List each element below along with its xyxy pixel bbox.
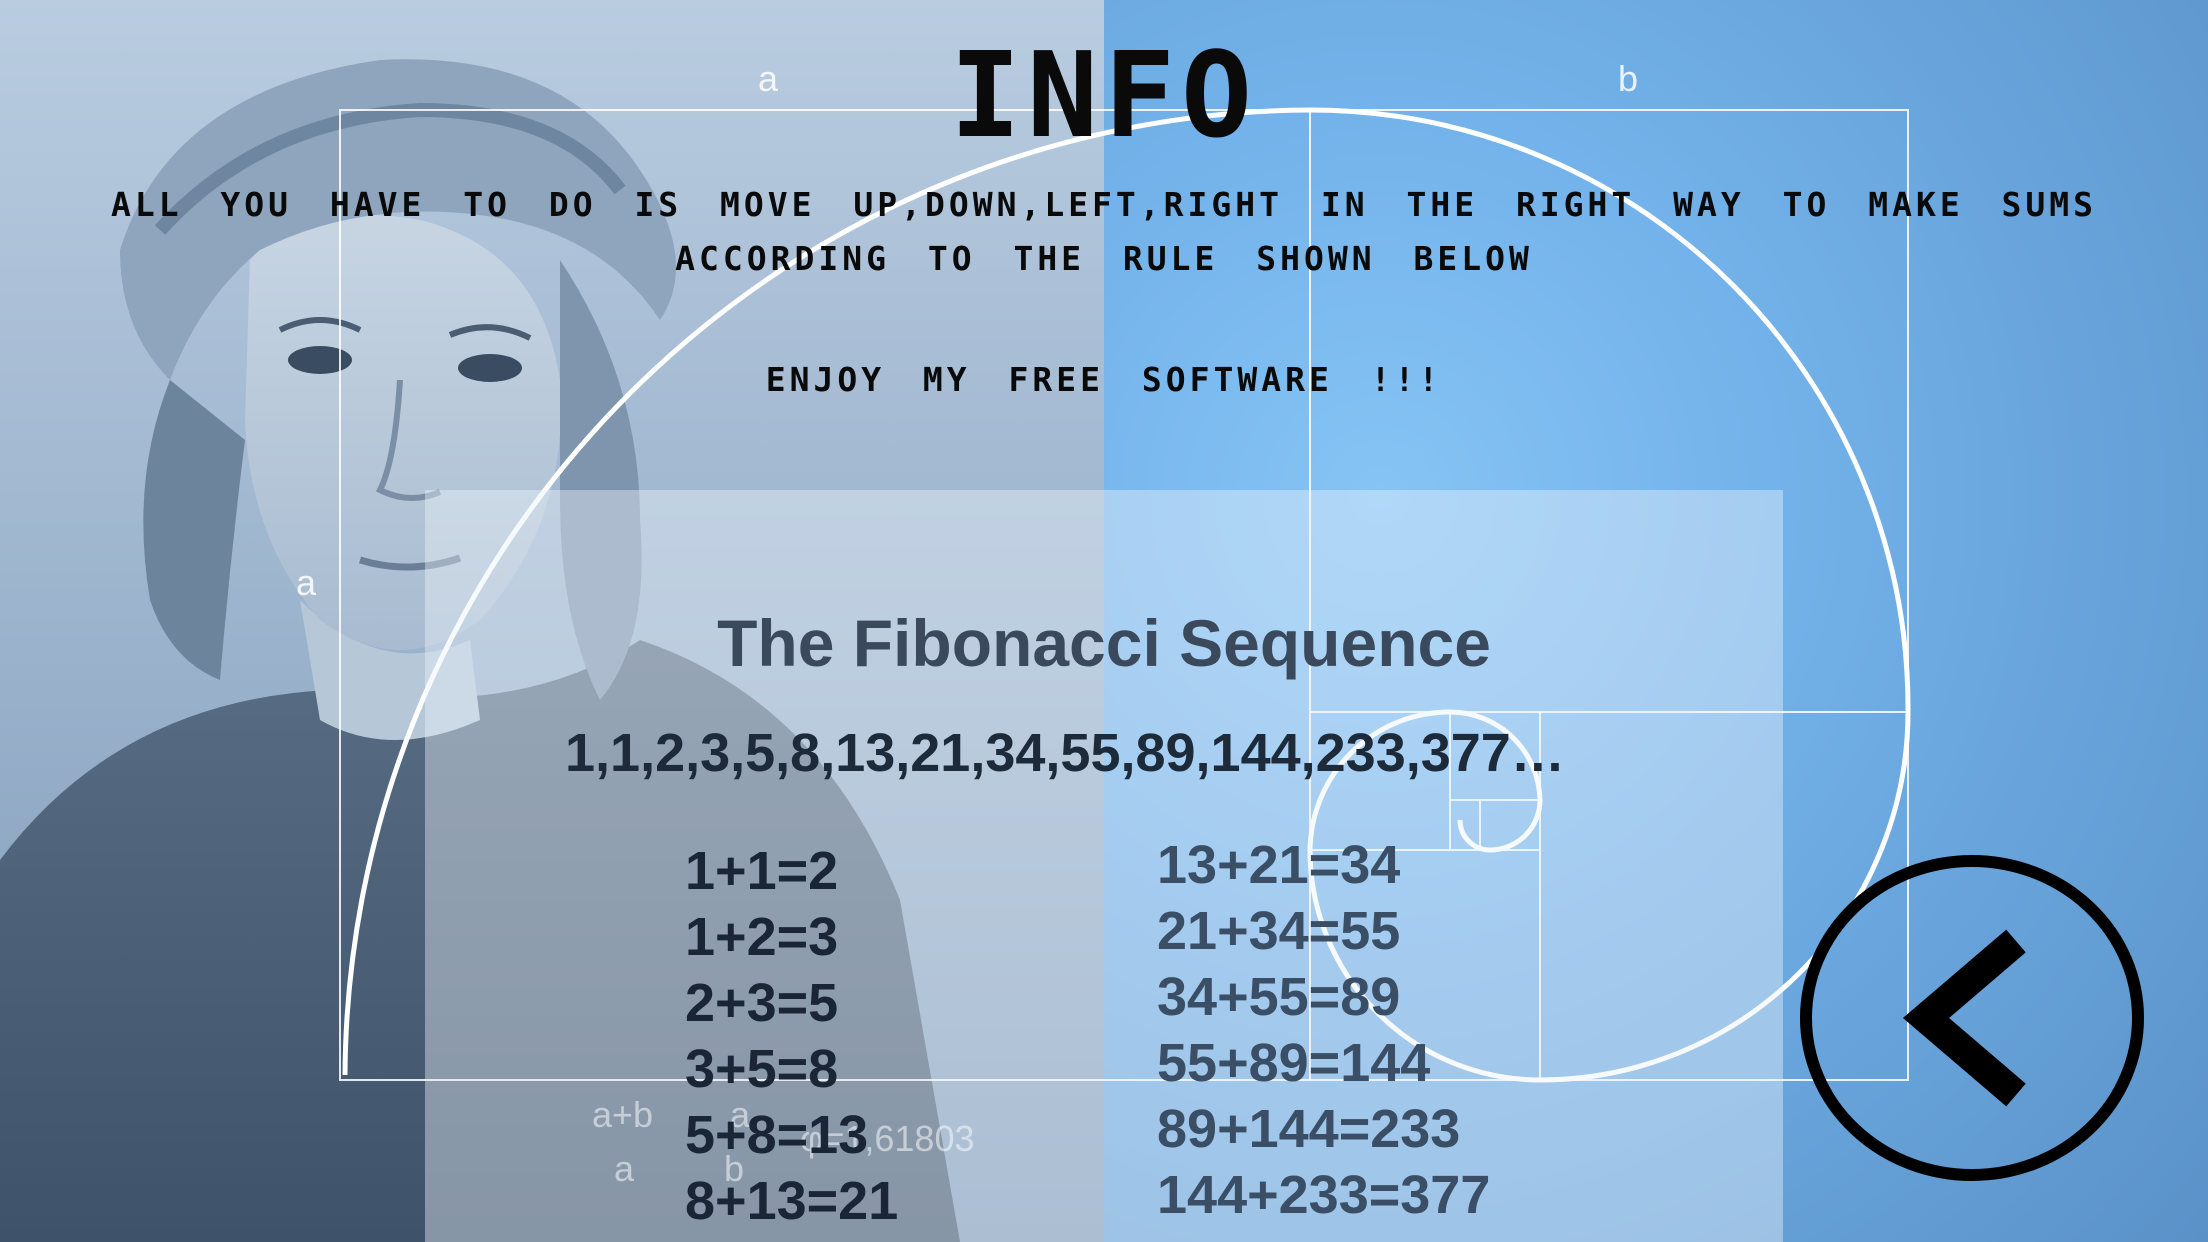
back-button[interactable] xyxy=(1798,853,2146,1183)
sum-item: 55+89=144 xyxy=(1157,1033,1431,1093)
label-a-side: a xyxy=(296,562,317,603)
info-screen: a b a a+b a b a φ=1,61803 The Fibonacci … xyxy=(0,0,2208,1242)
sum-item: 13+21=34 xyxy=(1157,835,1401,895)
sum-item: 8+13=21 xyxy=(685,1171,899,1231)
sum-item: 1+2=3 xyxy=(685,907,839,967)
sum-item: 89+144=233 xyxy=(1157,1099,1461,1159)
sum-item: 1+1=2 xyxy=(685,841,839,901)
page-title: INFO xyxy=(949,26,1259,164)
enjoy-message: enjoy my free software !!! xyxy=(765,360,1443,399)
sums-left-list: 1+1=2 1+2=3 2+3=5 3+5=8 5+8=13 8+13=21 xyxy=(685,838,898,1234)
chevron-left-circle-icon xyxy=(1800,855,2144,1181)
fibonacci-card: The Fibonacci Sequence 1,1,2,3,5,8,13,21… xyxy=(425,490,1783,1242)
sums-right-list: 13+21=34 21+34=55 34+55=89 55+89=144 89+… xyxy=(1157,832,1490,1228)
sum-item: 3+5=8 xyxy=(685,1039,839,1099)
fibonacci-sequence: 1,1,2,3,5,8,13,21,34,55,89,144,233,377… xyxy=(565,723,1565,783)
card-title: The Fibonacci Sequence xyxy=(717,606,1491,680)
sum-item: 5+8=13 xyxy=(685,1105,869,1165)
sum-item: 34+55=89 xyxy=(1157,967,1401,1027)
sum-item: 2+3=5 xyxy=(685,973,839,1033)
sum-item: 21+34=55 xyxy=(1157,901,1401,961)
sum-item: 144+233=377 xyxy=(1157,1165,1491,1225)
instructions-text: All you have to do is move up,down,left,… xyxy=(110,185,2098,278)
